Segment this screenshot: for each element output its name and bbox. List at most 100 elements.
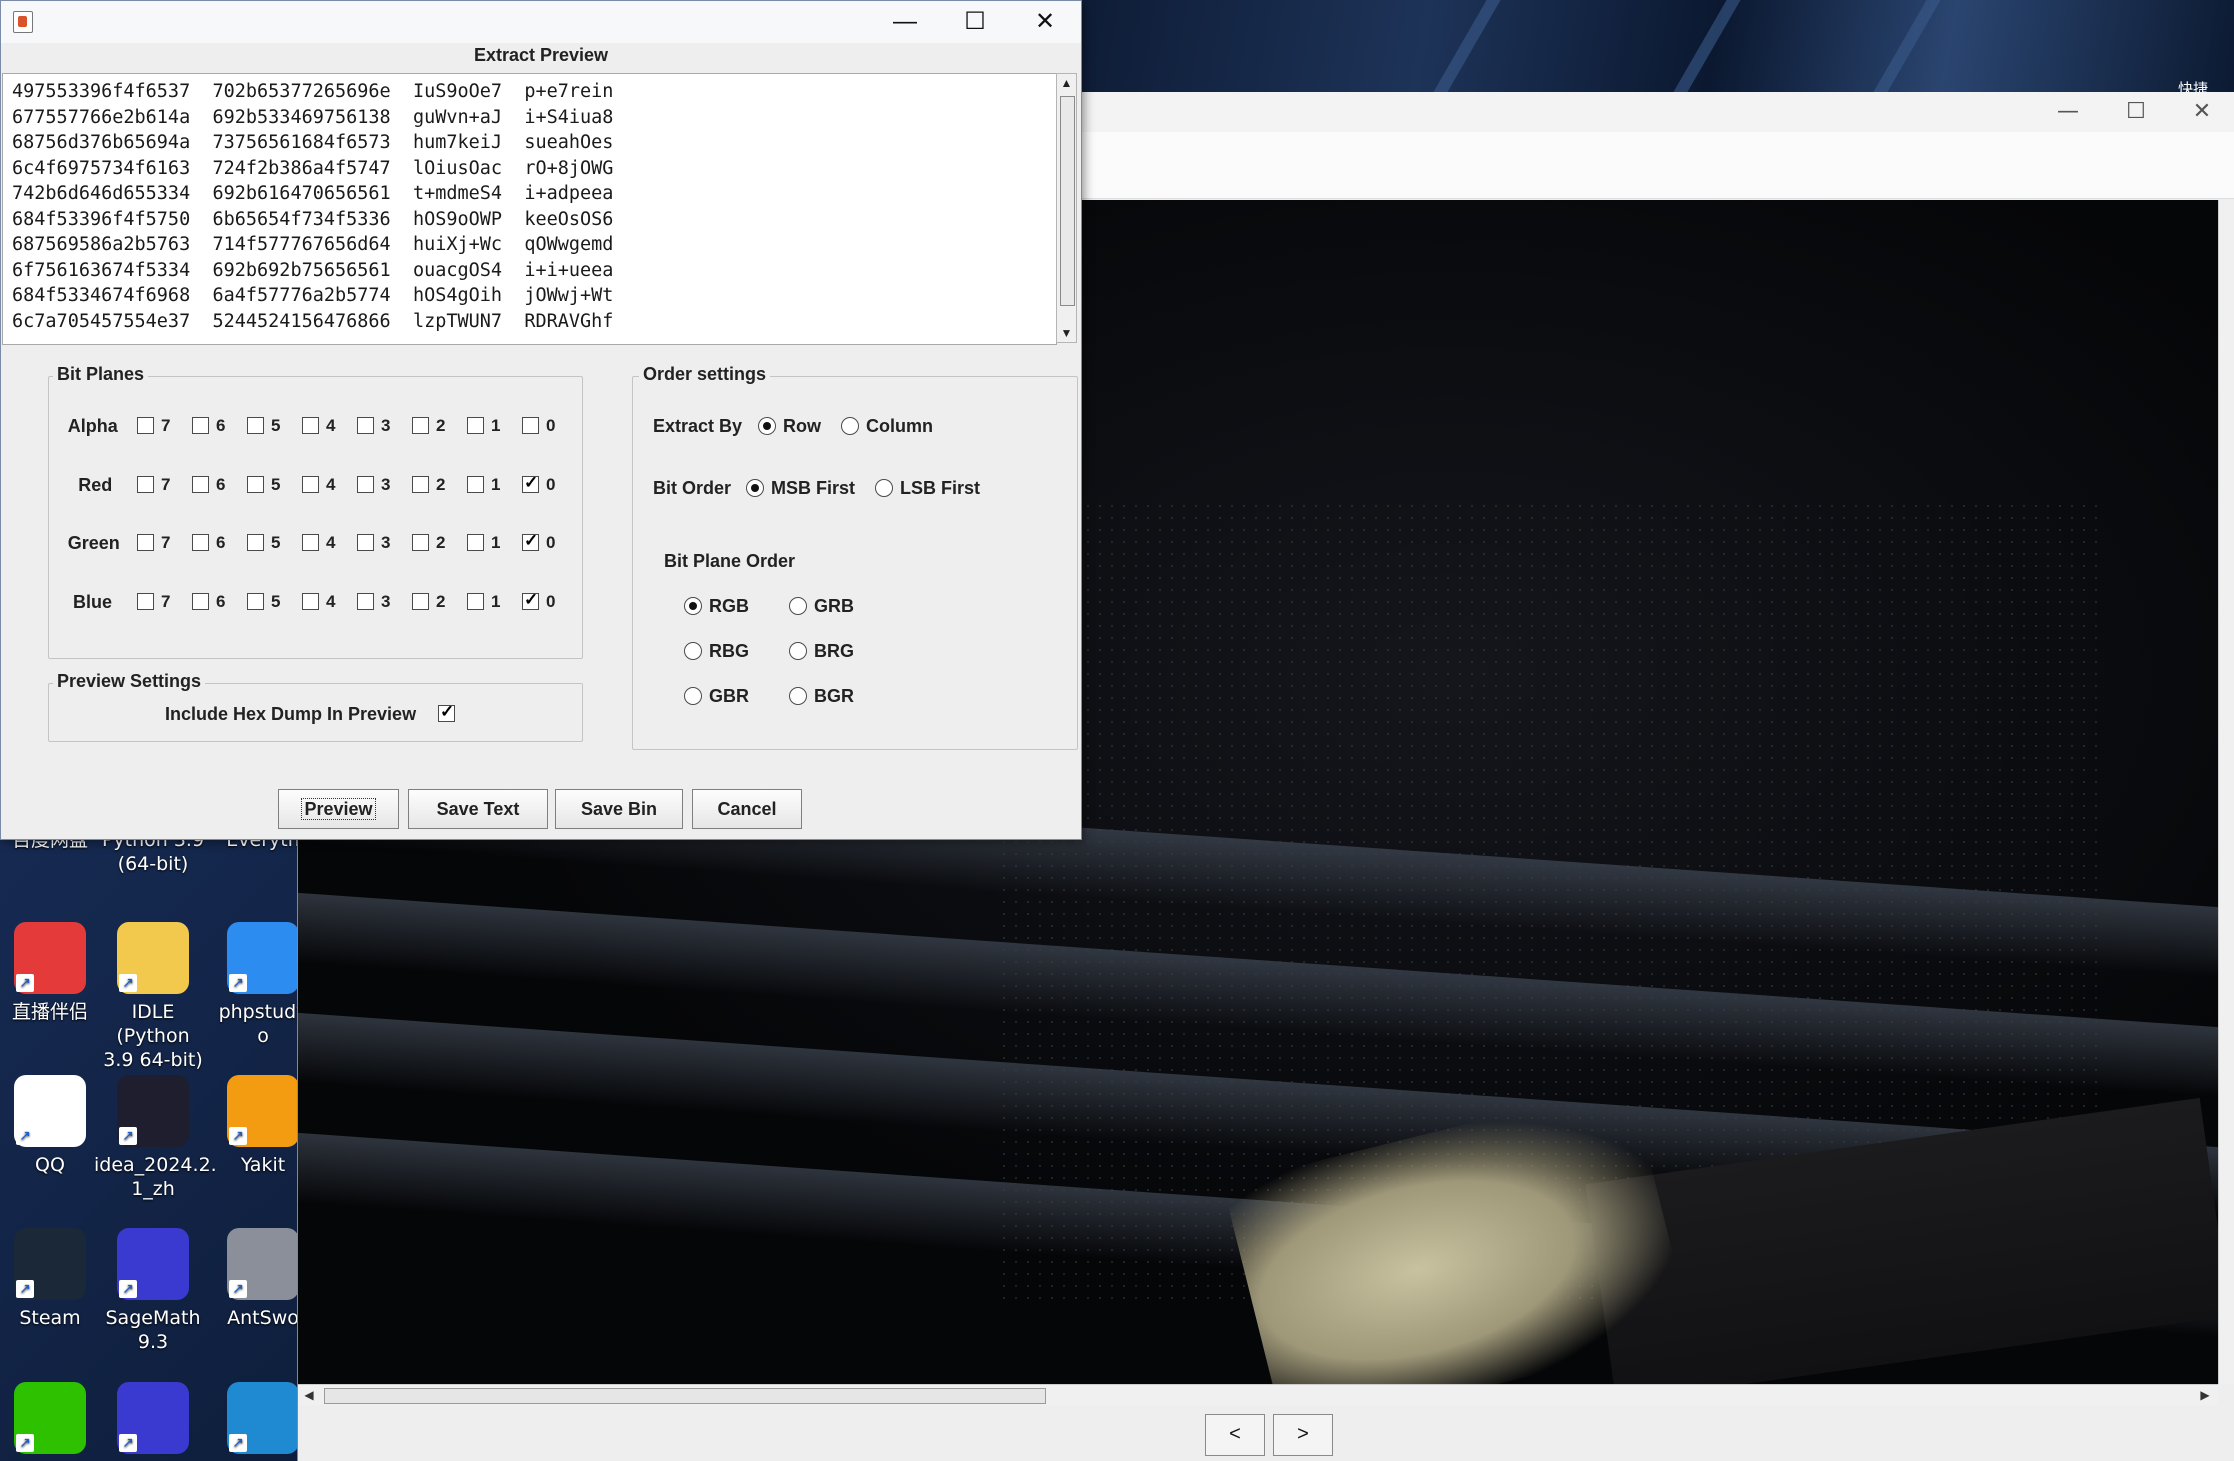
bit-plane-checkbox-alpha-3[interactable]: [357, 417, 374, 434]
bit-plane-order-rbg-label: RBG: [709, 641, 749, 661]
msb-first-label: MSB First: [771, 478, 856, 498]
bit-plane-number: 6: [216, 533, 226, 552]
viewer-scroll-thumb[interactable]: [324, 1388, 1046, 1404]
desktop-wallpaper-top: 快捷: [1080, 0, 2234, 98]
viewer-close-button[interactable]: ✕: [2168, 92, 2234, 132]
cancel-button[interactable]: Cancel: [692, 789, 802, 829]
bit-plane-checkbox-red-1[interactable]: [467, 475, 484, 493]
desktop-icon[interactable]: ↗: [0, 1382, 109, 1460]
lsb-first-radio[interactable]: [875, 479, 893, 497]
bit-plane-order-rgb-radio[interactable]: [684, 597, 702, 615]
bit-plane-number: 1: [491, 533, 501, 552]
extract-by-column-label: Column: [866, 416, 933, 436]
bit-plane-checkbox-green-4[interactable]: [302, 534, 319, 551]
scroll-left-arrow-icon[interactable]: ◀: [300, 1386, 318, 1404]
bit-plane-checkbox-green-2[interactable]: [412, 534, 429, 551]
prev-image-button[interactable]: <: [1205, 1414, 1265, 1456]
preview-button[interactable]: Preview: [278, 789, 399, 829]
bit-plane-number: 3: [381, 474, 391, 494]
viewer-vertical-scrollbar[interactable]: [2218, 200, 2234, 1384]
bit-plane-checkbox-alpha-4[interactable]: [302, 417, 319, 434]
bit-plane-order-bgr-radio[interactable]: [789, 687, 807, 705]
steam-icon: ↗: [14, 1228, 86, 1300]
viewer-minimize-button[interactable]: —: [2034, 92, 2102, 132]
bit-plane-checkbox-green-5[interactable]: [247, 534, 264, 551]
bit-plane-order-gbr-radio[interactable]: [684, 687, 702, 705]
bit-plane-checkbox-green-6[interactable]: [192, 534, 209, 551]
bit-plane-checkbox-red-5[interactable]: [247, 475, 264, 493]
save-text-button[interactable]: Save Text: [408, 789, 548, 829]
sagemath-icon: ↗: [117, 1382, 189, 1454]
bit-plane-checkbox-blue-0[interactable]: [522, 590, 539, 610]
bit-plane-checkbox-alpha-2[interactable]: [412, 417, 429, 434]
bit-plane-checkbox-red-7[interactable]: [137, 475, 154, 493]
scroll-right-arrow-icon[interactable]: ▶: [2196, 1386, 2214, 1404]
dialog-title: Extract Preview: [473, 45, 609, 65]
bit-plane-checkbox-blue-3[interactable]: [357, 592, 374, 610]
desktop-icon[interactable]: ↗ QQ: [0, 1075, 109, 1177]
desktop-icon-label: QQ: [35, 1154, 65, 1176]
hex-preview-scrollbar[interactable]: ▲ ▼: [1056, 73, 1077, 343]
desktop-icon[interactable]: ↗ 直播伴侣: [0, 922, 109, 1024]
bit-plane-checkbox-alpha-0[interactable]: [522, 417, 539, 434]
bit-plane-checkbox-red-3[interactable]: [357, 475, 374, 493]
extract-by-label: Extract By: [653, 416, 743, 436]
desktop-icon[interactable]: ↗ idea_2024.2. 1_zh: [94, 1075, 217, 1201]
hex-line: 497553396f4f6537 702b65377265696e IuS9oO…: [12, 81, 614, 102]
desktop-icon[interactable]: ↗ IDLE (Python 3.9 64-bit): [94, 922, 212, 1072]
bit-plane-checkbox-red-4[interactable]: [302, 475, 319, 493]
msb-first-radio[interactable]: [746, 479, 764, 497]
bit-plane-checkbox-blue-6[interactable]: [192, 592, 209, 610]
bit-plane-order-bgr-label: BGR: [814, 686, 854, 706]
viewer-horizontal-scrollbar[interactable]: ◀ ▶: [298, 1384, 2218, 1405]
save-bin-button[interactable]: Save Bin: [555, 789, 683, 829]
bit-plane-checkbox-red-2[interactable]: [412, 475, 429, 493]
desktop-icon[interactable]: ↗ Steam: [0, 1228, 109, 1330]
dialog-minimize-button[interactable]: —: [871, 1, 939, 43]
bit-plane-checkbox-red-6[interactable]: [192, 475, 209, 493]
bit-plane-checkbox-green-0[interactable]: [522, 531, 539, 551]
bit-plane-checkbox-alpha-7[interactable]: [137, 417, 154, 434]
desktop-icon-label: IDLE (Python 3.9 64-bit): [103, 1001, 203, 1071]
bit-plane-checkbox-green-1[interactable]: [467, 534, 484, 551]
hex-preview-textarea[interactable]: 497553396f4f6537 702b65377265696e IuS9oO…: [2, 73, 1057, 345]
shortcut-arrow-icon: ↗: [119, 1127, 137, 1145]
bit-plane-number: 7: [161, 474, 171, 494]
bit-plane-checkbox-blue-1[interactable]: [467, 592, 484, 610]
bit-plane-row-label: Blue: [73, 591, 113, 612]
bit-plane-order-grb-radio[interactable]: [789, 597, 807, 615]
bit-plane-order-rgb-label: RGB: [709, 596, 749, 616]
shortcut-arrow-icon: ↗: [119, 974, 137, 992]
hex-line: 684f53396f4f5750 6b65654f734f5336 hOS9oO…: [12, 208, 614, 230]
desktop-icon[interactable]: ↗: [94, 1382, 212, 1460]
bit-plane-checkbox-blue-4[interactable]: [302, 592, 319, 610]
hex-dump-checkbox[interactable]: [438, 702, 455, 722]
next-image-button[interactable]: >: [1273, 1414, 1333, 1456]
bit-plane-checkbox-blue-5[interactable]: [247, 592, 264, 610]
viewer-maximize-button[interactable]: ☐: [2102, 92, 2170, 132]
bit-plane-checkbox-blue-2[interactable]: [412, 592, 429, 610]
bit-plane-number: 1: [491, 474, 501, 494]
bit-plane-checkbox-alpha-5[interactable]: [247, 417, 264, 434]
bit-plane-order-brg-radio[interactable]: [789, 642, 807, 660]
scroll-down-arrow-icon[interactable]: ▼: [1057, 324, 1076, 342]
bit-plane-checkbox-alpha-1[interactable]: [467, 417, 484, 434]
desktop-icon[interactable]: ↗ SageMath 9.3: [94, 1228, 212, 1354]
bit-plane-number: 4: [326, 533, 336, 552]
bit-plane-checkbox-red-0[interactable]: [522, 473, 539, 493]
bit-plane-checkbox-alpha-6[interactable]: [192, 417, 209, 434]
scroll-up-arrow-icon[interactable]: ▲: [1057, 74, 1076, 92]
shortcut-arrow-icon: ↗: [16, 1280, 34, 1298]
dialog-close-button[interactable]: ✕: [1011, 1, 1079, 43]
dialog-maximize-button[interactable]: ☐: [941, 1, 1009, 43]
extract-by-row-radio[interactable]: [758, 417, 776, 435]
bit-plane-checkbox-green-7[interactable]: [137, 534, 154, 551]
extract-by-column-radio[interactable]: [841, 417, 859, 435]
bit-plane-order-rbg-radio[interactable]: [684, 642, 702, 660]
bit-plane-number: 7: [161, 416, 171, 435]
bit-plane-checkbox-blue-7[interactable]: [137, 592, 154, 610]
bit-plane-checkbox-green-3[interactable]: [357, 534, 374, 551]
hex-scroll-thumb[interactable]: [1060, 96, 1075, 306]
bit-planes-legend: Bit Planes: [53, 364, 149, 385]
bit-order-label: Bit Order: [653, 478, 732, 498]
